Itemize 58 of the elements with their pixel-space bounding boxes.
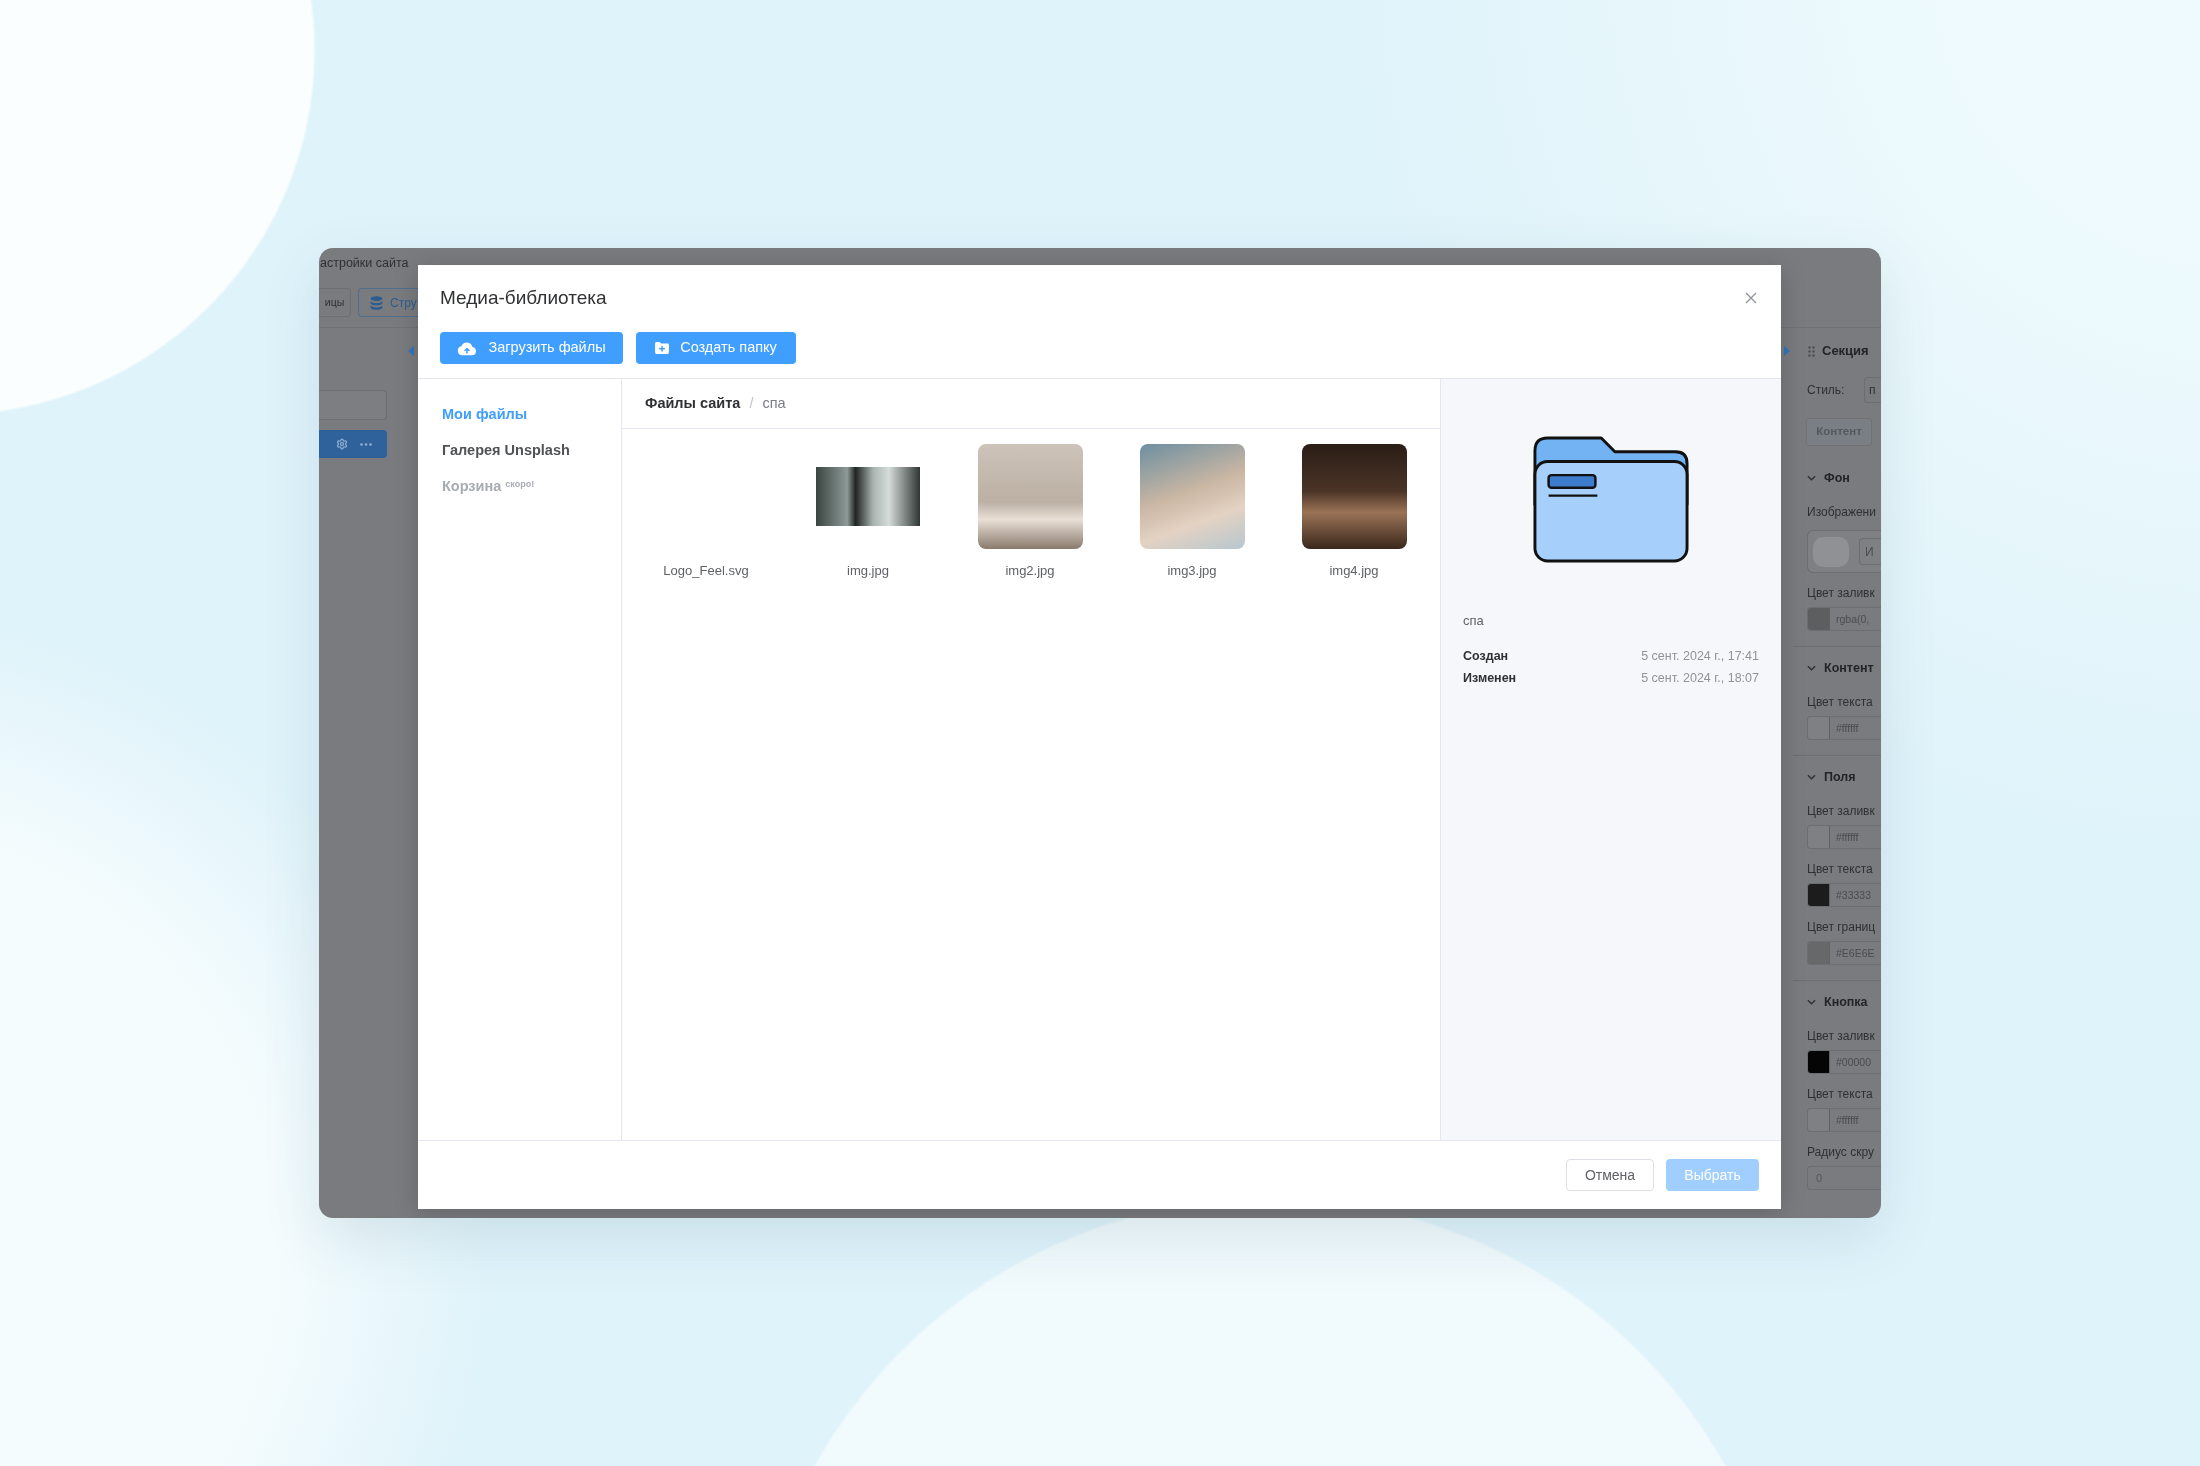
color-swatch-icon[interactable] [1808,942,1830,964]
field-label: Цвет заливк [1807,585,1876,601]
site-settings-tab[interactable]: астройки сайта [319,255,409,271]
nav-item[interactable]: Мои файлы [442,396,528,432]
nav-item[interactable]: Галерея Unsplash [442,432,570,468]
ellipsis-icon[interactable] [360,442,372,446]
field-label: Цвет заливк [1807,1028,1876,1044]
section-toggle[interactable]: Фон [1807,468,1881,488]
meta-label: Создан [1463,647,1509,665]
color-swatch-icon[interactable] [1808,608,1830,630]
meta-value: 5 сент. 2024 г., 17:41 [1641,647,1759,665]
caret-right-icon[interactable] [1784,346,1790,356]
field-label: Радиус скру [1807,1144,1875,1160]
soon-label: скоро! [505,478,535,489]
gear-icon[interactable] [336,438,348,450]
breadcrumb-link[interactable]: Файлы сайта [645,392,741,415]
cloud-upload-icon [457,340,478,356]
section-toggle[interactable]: Кнопка [1807,992,1881,1012]
file-name: img3.jpg [1167,562,1217,580]
file-name: img2.jpg [1005,562,1055,580]
section-toggle[interactable]: Контент [1807,658,1881,678]
file-name: img.jpg [847,562,889,580]
color-swatch-icon[interactable] [1808,1051,1830,1073]
color-swatch-icon[interactable] [1808,884,1830,906]
breadcrumb-separator: / [749,393,754,413]
field-label: Стиль: [1807,382,1845,398]
file-name: img4.jpg [1329,562,1379,580]
color-swatch-icon[interactable] [1808,1109,1830,1131]
section-toggle[interactable]: Поля [1807,767,1881,787]
create-folder-button[interactable]: Создать папку [636,332,796,364]
file-name: Logo_Feel.svg [663,562,749,580]
folder-name: спа [1463,613,1485,629]
photo-placeholder[interactable] [1301,444,1407,549]
field-label: Цвет текста [1807,861,1874,877]
caret-left-icon[interactable] [408,346,414,356]
field-label: Изображени [1807,504,1877,520]
input-field[interactable] [319,390,387,420]
color-swatch-icon[interactable] [1808,717,1830,739]
upload-files-button[interactable]: Загрузить файлы [440,332,623,364]
close-icon [1745,292,1757,304]
folder-plus-icon [655,342,670,354]
photo-placeholder[interactable] [816,467,920,526]
field-label: Цвет заливк [1807,803,1876,819]
meta-label: Изменен [1463,669,1517,687]
meta-value: 5 сент. 2024 г., 18:07 [1641,669,1759,687]
dialog-title: Медиа-библиотека [440,286,607,310]
color-swatch-icon[interactable] [1808,826,1830,848]
cancel-button[interactable]: Отмена [1566,1159,1654,1191]
toolbar-button[interactable]: ицы [319,288,351,317]
database-icon [370,295,383,310]
style-select[interactable]: п [1864,377,1881,403]
panel-title: Секция [1822,342,1869,360]
folder-icon [1533,436,1689,563]
grip-icon[interactable] [1808,345,1815,357]
field-label: Цвет границ [1807,919,1877,935]
field-label: Цвет текста [1807,694,1874,710]
field-label: Цвет текста [1807,1086,1874,1102]
breadcrumb-current: спа [762,393,786,413]
